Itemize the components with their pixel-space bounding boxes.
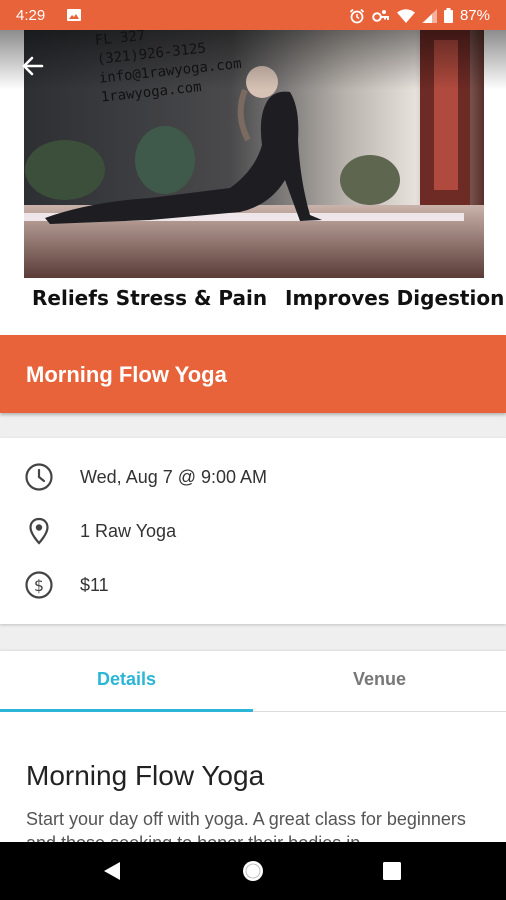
event-price-row: $ $11 bbox=[0, 564, 506, 604]
key-icon bbox=[372, 9, 389, 22]
event-title: Morning Flow Yoga bbox=[26, 362, 227, 387]
recents-square-icon bbox=[383, 862, 401, 880]
signal-icon bbox=[421, 8, 437, 23]
wifi-icon bbox=[396, 8, 415, 23]
tab-venue-label: Venue bbox=[352, 669, 407, 689]
tab-details-label: Details bbox=[96, 669, 157, 689]
event-price: $11 bbox=[80, 575, 109, 595]
status-time: 4:29 bbox=[16, 7, 46, 24]
arrow-back-icon bbox=[22, 56, 44, 76]
details-section: Details Venue Morning Flow Yoga Start yo… bbox=[0, 651, 506, 853]
event-info-card: Wed, Aug 7 @ 9:00 AM 1 Raw Yoga $ $11 bbox=[0, 438, 506, 624]
event-datetime-row: Wed, Aug 7 @ 9:00 AM bbox=[0, 456, 506, 496]
nav-home-button[interactable] bbox=[223, 842, 283, 900]
back-triangle-icon bbox=[104, 862, 120, 880]
tab-venue[interactable]: Venue bbox=[253, 651, 506, 709]
home-circle-icon bbox=[243, 861, 263, 881]
event-hero-image: FL 327 (321)926-3125 info@1rawyoga.com 1… bbox=[0, 30, 506, 335]
back-button[interactable] bbox=[14, 50, 50, 82]
battery-percent: 87% bbox=[459, 7, 490, 24]
dollar-icon: $ bbox=[25, 571, 53, 599]
svg-text:$: $ bbox=[34, 576, 44, 595]
hero-caption-right: Improves Digestion bbox=[285, 286, 505, 310]
event-venue-row[interactable]: 1 Raw Yoga bbox=[0, 510, 506, 550]
event-datetime: Wed, Aug 7 @ 9:00 AM bbox=[80, 467, 268, 487]
active-tab-indicator bbox=[0, 709, 253, 712]
nav-recents-button[interactable] bbox=[362, 842, 422, 900]
details-heading: Morning Flow Yoga bbox=[26, 760, 265, 791]
battery-icon bbox=[443, 8, 453, 23]
status-bar: 4:29 87% bbox=[0, 0, 506, 30]
hero-caption-left: Reliefs Stress & Pain bbox=[32, 286, 268, 310]
tab-details[interactable]: Details bbox=[0, 651, 253, 709]
event-title-banner: Morning Flow Yoga bbox=[0, 335, 506, 413]
event-venue: 1 Raw Yoga bbox=[80, 521, 177, 541]
tab-divider bbox=[253, 711, 506, 712]
photo-icon bbox=[67, 9, 81, 21]
alarm-icon bbox=[349, 8, 365, 23]
nav-back-button[interactable] bbox=[82, 842, 142, 900]
clock-icon bbox=[25, 463, 53, 491]
system-nav-bar bbox=[0, 842, 506, 900]
location-pin-icon bbox=[29, 517, 49, 545]
